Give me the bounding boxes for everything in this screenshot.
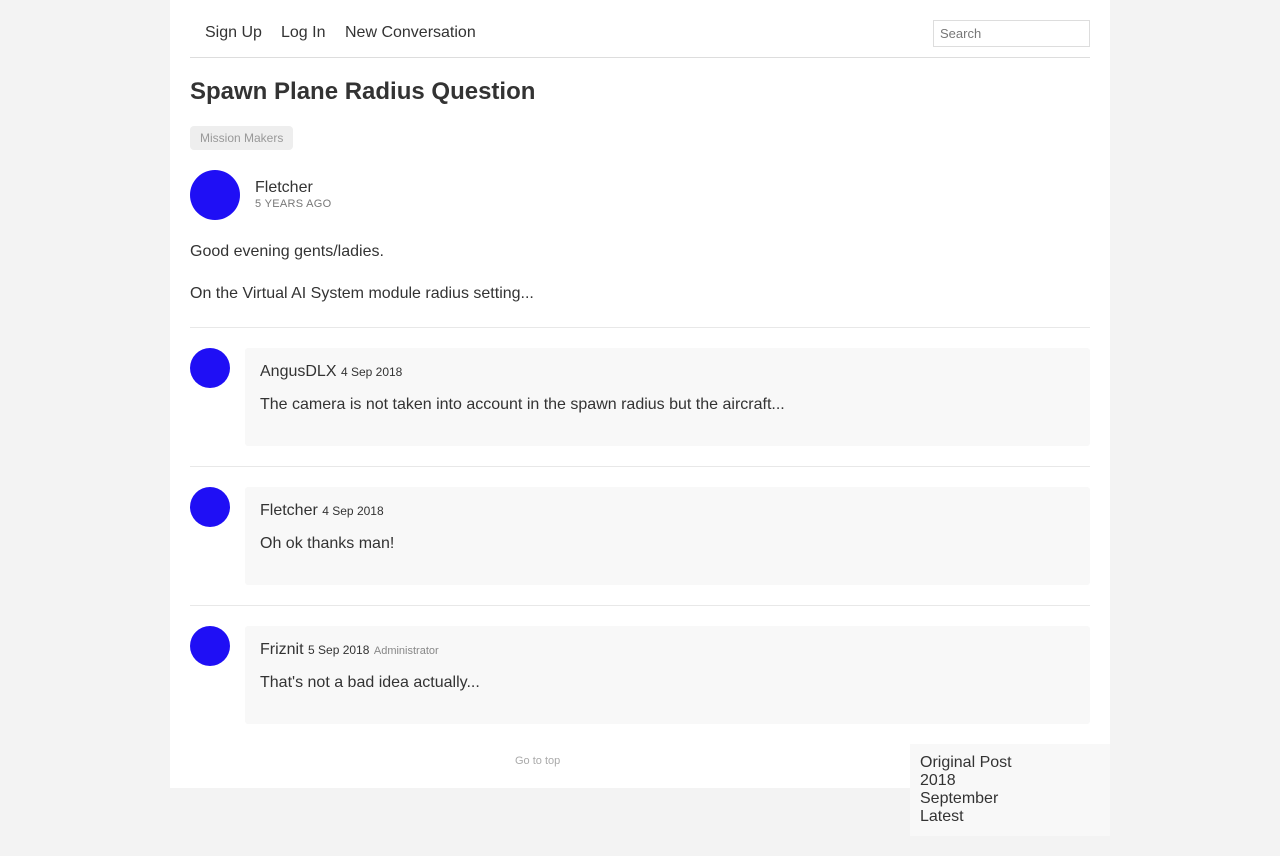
reply-author[interactable]: Fletcher (260, 502, 318, 519)
go-to-top-link[interactable]: Go to top (515, 755, 560, 767)
reply-text: Oh ok thanks man! (260, 535, 395, 552)
new-conversation-link[interactable]: New Conversation (345, 24, 476, 42)
reply-date[interactable]: 4 Sep 2018 (322, 504, 383, 518)
scrubber-month[interactable]: September (920, 790, 1100, 808)
timeline-scrubber: Original Post 2018 September Latest (910, 744, 1110, 836)
scrubber-year[interactable]: 2018 (920, 772, 1100, 790)
post-divider (190, 466, 1090, 467)
original-poster-name[interactable]: Fletcher (255, 179, 313, 197)
scrubber-original-post[interactable]: Original Post (920, 754, 1100, 772)
reply-post: Friznit 5 Sep 2018 Administrator That's … (245, 626, 1090, 724)
original-post-time: 5 YEARS AGO (255, 198, 332, 210)
channel-tag[interactable]: Mission Makers (190, 126, 294, 150)
original-poster-avatar[interactable] (190, 170, 240, 220)
post-divider (190, 605, 1090, 606)
reply-avatar[interactable] (190, 348, 230, 388)
top-nav: Sign Up Log In New Conversation (190, 0, 1090, 58)
thread-title: Spawn Plane Radius Question (190, 78, 536, 105)
reply-date[interactable]: 4 Sep 2018 (341, 365, 402, 379)
reply-avatar[interactable] (190, 626, 230, 666)
reply-date[interactable]: 5 Sep 2018 (308, 643, 369, 657)
reply-meta: AngusDLX 4 Sep 2018 (260, 363, 402, 381)
reply-author[interactable]: AngusDLX (260, 363, 337, 380)
reply-text: That's not a bad idea actually... (260, 674, 480, 691)
content-column: Sign Up Log In New Conversation Spawn Pl… (190, 0, 1110, 836)
search-input[interactable] (933, 20, 1090, 47)
original-post-paragraph: On the Virtual AI System module radius s… (190, 285, 534, 302)
reply-post: AngusDLX 4 Sep 2018 The camera is not ta… (245, 348, 1090, 446)
reply-post: Fletcher 4 Sep 2018 Oh ok thanks man! (245, 487, 1090, 585)
reply-meta: Fletcher 4 Sep 2018 (260, 502, 384, 520)
reply-role-badge: Administrator (373, 645, 439, 657)
log-in-link[interactable]: Log In (281, 24, 325, 42)
reply-author[interactable]: Friznit (260, 641, 304, 658)
reply-text: The camera is not taken into account in … (260, 396, 785, 413)
scrubber-latest[interactable]: Latest (920, 808, 1100, 826)
post-divider (190, 327, 1090, 328)
reply-meta: Friznit 5 Sep 2018 Administrator (260, 641, 439, 660)
page-container: Sign Up Log In New Conversation Spawn Pl… (170, 0, 1110, 836)
sign-up-link[interactable]: Sign Up (205, 24, 262, 42)
reply-avatar[interactable] (190, 487, 230, 527)
original-post-paragraph: Good evening gents/ladies. (190, 243, 384, 260)
